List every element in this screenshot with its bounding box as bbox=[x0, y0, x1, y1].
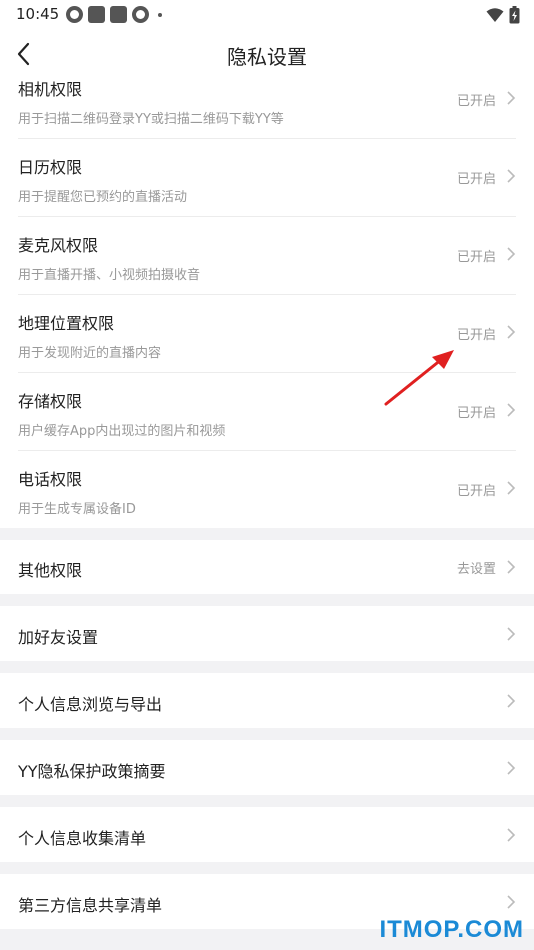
row-title: 第三方信息共享清单 bbox=[18, 896, 163, 915]
permission-title: 电话权限 bbox=[18, 470, 83, 489]
permission-desc: 用于提醒您已预约的直播活动 bbox=[18, 190, 188, 205]
permission-row-location[interactable]: 地理位置权限 用于发现附近的直播内容 已开启 bbox=[0, 295, 534, 372]
row-title: 其他权限 bbox=[18, 561, 83, 580]
app-circle-icon bbox=[132, 6, 149, 23]
chevron-right-icon bbox=[507, 481, 516, 495]
info-collection-list-row[interactable]: 个人信息收集清单 bbox=[0, 807, 534, 862]
chevron-right-icon bbox=[507, 895, 516, 909]
chevron-right-icon bbox=[507, 247, 516, 261]
chevron-right-icon bbox=[507, 761, 516, 775]
nav-bar: 隐私设置 bbox=[0, 30, 534, 78]
privacy-policy-summary-row[interactable]: YY隐私保护政策摘要 bbox=[0, 740, 534, 795]
permission-desc: 用于发现附近的直播内容 bbox=[18, 346, 162, 361]
status-bar: 10:45 bbox=[0, 0, 534, 30]
permission-title: 存储权限 bbox=[18, 392, 83, 411]
row-title: YY隐私保护政策摘要 bbox=[18, 762, 166, 781]
permission-status: 已开启 bbox=[456, 172, 496, 187]
permission-desc: 用于直播开播、小视频拍摄收音 bbox=[18, 268, 201, 283]
other-permissions-row[interactable]: 其他权限 去设置 bbox=[0, 540, 534, 594]
notification-icons bbox=[66, 6, 162, 23]
system-icons bbox=[486, 6, 520, 24]
permission-desc: 用户缓存App内出现过的图片和视频 bbox=[18, 424, 226, 439]
permission-desc: 用于生成专属设备ID bbox=[18, 502, 136, 517]
permission-title: 地理位置权限 bbox=[18, 314, 115, 333]
page-title: 隐私设置 bbox=[227, 45, 307, 69]
permission-status: 已开启 bbox=[456, 484, 496, 499]
permission-title: 日历权限 bbox=[18, 158, 83, 177]
chevron-right-icon bbox=[507, 627, 516, 641]
more-dot-icon bbox=[158, 12, 162, 17]
status-time: 10:45 bbox=[16, 5, 60, 23]
row-title: 个人信息浏览与导出 bbox=[18, 695, 163, 714]
permission-status: 已开启 bbox=[456, 406, 496, 421]
personal-info-export-row[interactable]: 个人信息浏览与导出 bbox=[0, 673, 534, 728]
permissions-card: 相机权限 用于扫描二维码登录YY或扫描二维码下载YY等 已开启 日历权限 用于提… bbox=[0, 78, 534, 528]
permission-row-microphone[interactable]: 麦克风权限 用于直播开播、小视频拍摄收音 已开启 bbox=[0, 217, 534, 294]
app-circle-icon bbox=[66, 6, 83, 23]
chevron-right-icon bbox=[507, 403, 516, 417]
row-title: 个人信息收集清单 bbox=[18, 829, 147, 848]
add-friend-settings-row[interactable]: 加好友设置 bbox=[0, 606, 534, 661]
permission-status: 已开启 bbox=[456, 94, 496, 109]
chevron-right-icon bbox=[507, 91, 516, 105]
permission-row-phone[interactable]: 电话权限 用于生成专属设备ID 已开启 bbox=[0, 451, 534, 528]
app-square-icon bbox=[110, 6, 127, 23]
battery-icon bbox=[509, 6, 520, 24]
row-status: 去设置 bbox=[456, 562, 496, 577]
permission-row-storage[interactable]: 存储权限 用户缓存App内出现过的图片和视频 已开启 bbox=[0, 373, 534, 450]
permission-title: 相机权限 bbox=[18, 80, 83, 99]
watermark-logo: ITMOP.COM bbox=[379, 916, 524, 943]
wifi-icon bbox=[486, 8, 504, 22]
chevron-right-icon bbox=[507, 169, 516, 183]
chevron-right-icon bbox=[507, 325, 516, 339]
row-title: 加好友设置 bbox=[18, 628, 99, 647]
chevron-right-icon bbox=[507, 694, 516, 708]
permission-desc: 用于扫描二维码登录YY或扫描二维码下载YY等 bbox=[18, 112, 284, 127]
chevron-right-icon bbox=[507, 560, 516, 574]
permission-title: 麦克风权限 bbox=[18, 236, 99, 255]
permission-row-calendar[interactable]: 日历权限 用于提醒您已预约的直播活动 已开启 bbox=[0, 139, 534, 216]
chevron-right-icon bbox=[507, 828, 516, 842]
app-square-icon bbox=[88, 6, 105, 23]
permission-status: 已开启 bbox=[456, 250, 496, 265]
permission-status: 已开启 bbox=[456, 328, 496, 343]
permission-row-camera[interactable]: 相机权限 用于扫描二维码登录YY或扫描二维码下载YY等 已开启 bbox=[0, 78, 534, 138]
